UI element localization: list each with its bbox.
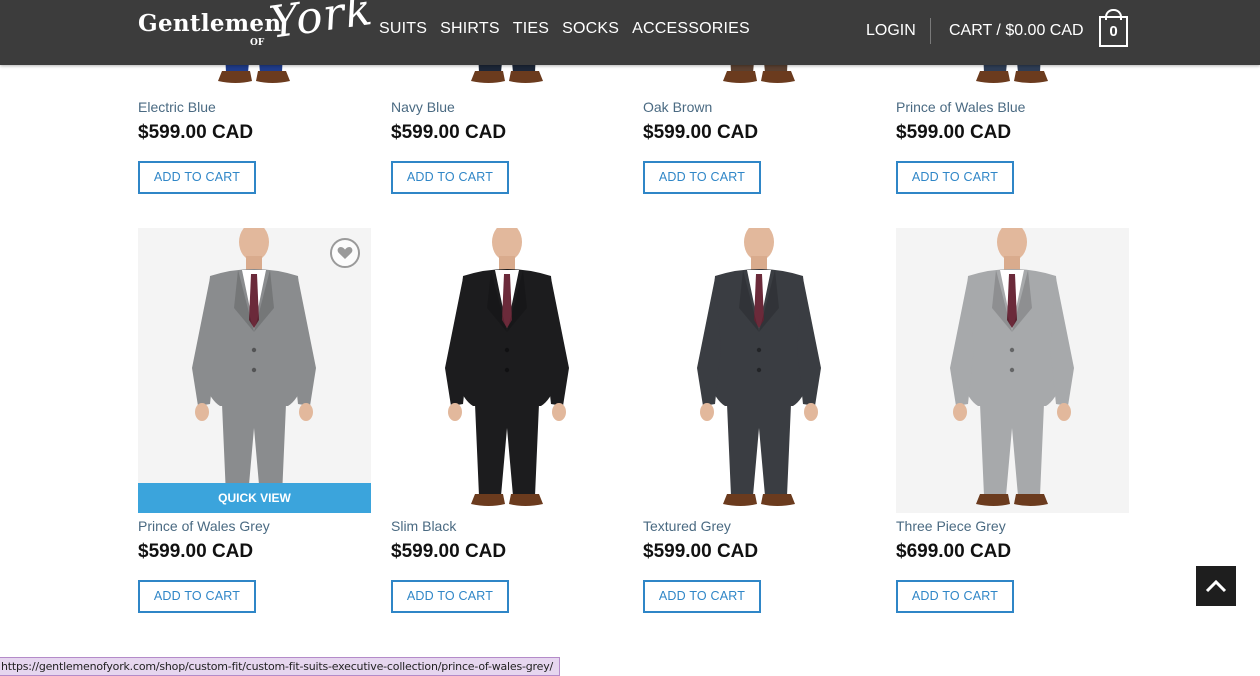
product-name[interactable]: Electric Blue (138, 99, 216, 115)
product-name[interactable]: Slim Black (391, 518, 456, 534)
add-to-cart-button[interactable]: ADD TO CART (896, 161, 1014, 194)
main-nav: SUITS SHIRTS TIES SOCKS ACCESSORIES (379, 20, 763, 38)
nav-item-shirts[interactable]: SHIRTS (440, 20, 500, 38)
add-to-cart-button[interactable]: ADD TO CART (138, 580, 256, 613)
site-logo[interactable]: Gentlemen OF York (138, 0, 376, 60)
browser-status-url: https://gentlemenofyork.com/shop/custom-… (0, 657, 561, 676)
add-to-cart-button[interactable]: ADD TO CART (896, 580, 1014, 613)
product-image[interactable]: QUICK VIEW (138, 228, 371, 513)
cart-link[interactable]: CART / $0.00 CAD (949, 22, 1084, 40)
quick-view-button[interactable]: QUICK VIEW (138, 483, 371, 513)
back-to-top-button[interactable] (1196, 566, 1236, 606)
suit-figure-illustration (950, 228, 1074, 506)
product-price: $599.00 CAD (643, 122, 759, 143)
site-header: Gentlemen OF York SUITS SHIRTS TIES SOCK… (0, 0, 1260, 65)
add-to-cart-button[interactable]: ADD TO CART (138, 161, 256, 194)
product-name[interactable]: Textured Grey (643, 518, 731, 534)
product-name[interactable]: Three Piece Grey (896, 518, 1006, 534)
cart-count-badge[interactable]: 0 (1099, 16, 1128, 47)
add-to-cart-button[interactable]: ADD TO CART (643, 161, 761, 194)
logo-word-of: OF (250, 38, 265, 48)
add-to-cart-button[interactable]: ADD TO CART (391, 161, 509, 194)
product-price: $599.00 CAD (138, 541, 254, 562)
product-price: $599.00 CAD (896, 122, 1012, 143)
product-name[interactable]: Prince of Wales Blue (896, 99, 1025, 115)
product-name[interactable]: Prince of Wales Grey (138, 518, 270, 534)
suit-figure-illustration (192, 228, 316, 506)
wishlist-heart-icon[interactable] (330, 238, 360, 268)
suit-figure-illustration (445, 228, 569, 506)
nav-item-socks[interactable]: SOCKS (562, 20, 619, 38)
product-price: $599.00 CAD (391, 541, 507, 562)
product-price: $699.00 CAD (896, 541, 1012, 562)
nav-item-accessories[interactable]: ACCESSORIES (632, 20, 750, 38)
nav-item-ties[interactable]: TIES (513, 20, 549, 38)
product-image[interactable] (391, 228, 624, 513)
product-image[interactable] (643, 228, 876, 513)
product-price: $599.00 CAD (391, 122, 507, 143)
login-link[interactable]: LOGIN (866, 22, 916, 40)
header-divider (930, 18, 931, 44)
logo-word-york: York (266, 0, 376, 49)
product-image[interactable] (896, 228, 1129, 513)
product-name[interactable]: Oak Brown (643, 99, 712, 115)
add-to-cart-button[interactable]: ADD TO CART (643, 580, 761, 613)
suit-figure-illustration (697, 228, 821, 506)
product-price: $599.00 CAD (138, 122, 254, 143)
logo-word-gentlemen: Gentlemen (138, 10, 282, 37)
add-to-cart-button[interactable]: ADD TO CART (391, 580, 509, 613)
chevron-up-icon (1205, 579, 1227, 593)
nav-item-suits[interactable]: SUITS (379, 20, 427, 38)
product-price: $599.00 CAD (643, 541, 759, 562)
product-name[interactable]: Navy Blue (391, 99, 455, 115)
